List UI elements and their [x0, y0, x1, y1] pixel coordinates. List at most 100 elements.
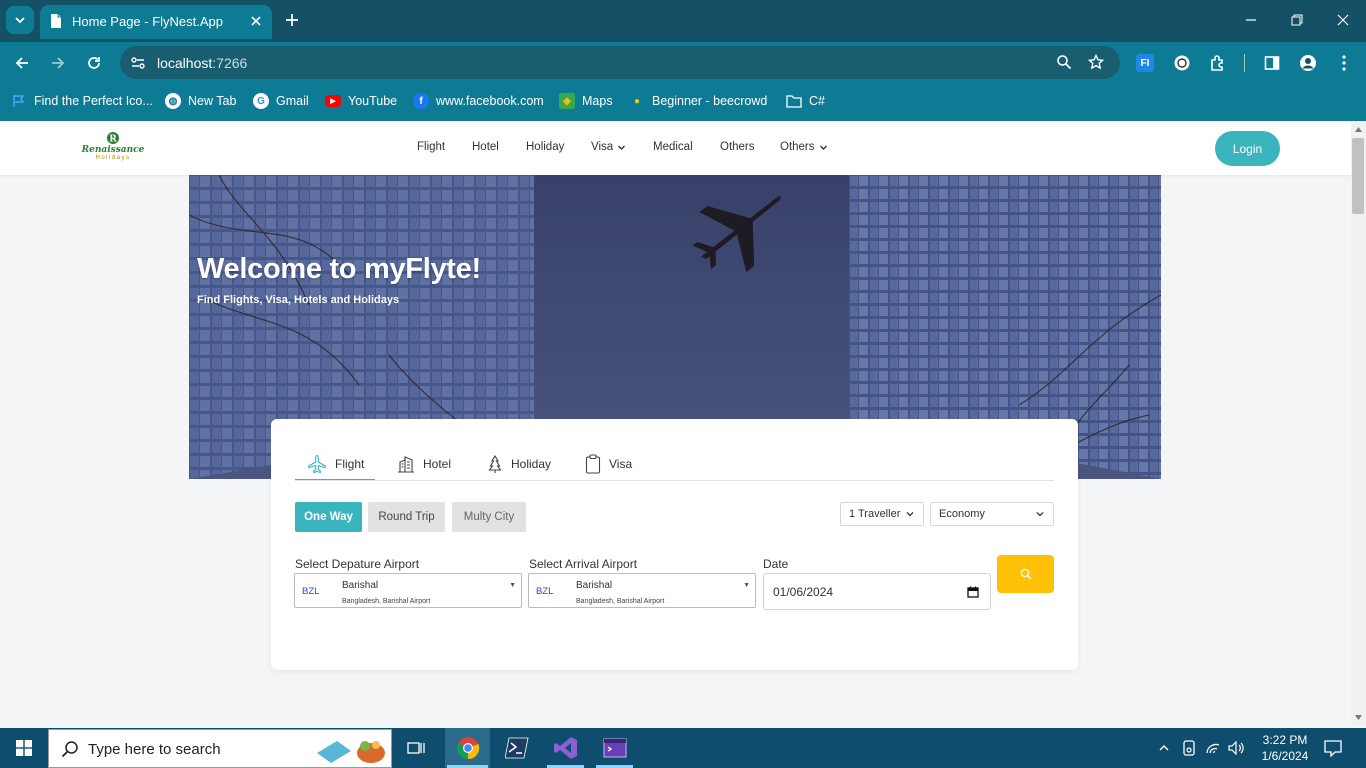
search-icon [1020, 568, 1031, 580]
nav-visa[interactable]: Visa [591, 141, 626, 153]
bookmark-youtube[interactable]: ▶ YouTube [325, 90, 397, 112]
taskbar-console[interactable] [592, 728, 637, 768]
bookmark-facebook[interactable]: f www.facebook.com [413, 90, 544, 112]
arrival-code: BZL [536, 586, 554, 597]
bookmark-new-tab[interactable]: ◍ New Tab [165, 90, 236, 112]
tab-visa[interactable]: Visa [585, 449, 632, 479]
bookmark-label: Maps [582, 94, 613, 108]
folder-icon [786, 93, 802, 109]
reload-button[interactable] [77, 46, 111, 80]
departure-airport-select[interactable]: BZL Barishal Bangladesh, Barishal Airpor… [294, 573, 522, 608]
search-button[interactable] [997, 555, 1054, 593]
site-info-icon[interactable] [130, 55, 146, 71]
tab-title: Home Page - FlyNest.App [72, 14, 224, 29]
chevron-down-icon [819, 145, 827, 150]
nav-hotel[interactable]: Hotel [472, 141, 499, 153]
bookmark-gmail[interactable]: G Gmail [253, 90, 309, 112]
browser-tab-active[interactable]: Home Page - FlyNest.App [40, 5, 272, 39]
extension-fi-button[interactable]: FI [1128, 46, 1162, 80]
bookmark-folder-csharp[interactable]: C# [786, 90, 825, 112]
calendar-icon[interactable] [967, 586, 979, 598]
taskbar-search-box[interactable]: Type here to search [48, 729, 392, 768]
bookmark-maps[interactable]: ◆ Maps [559, 90, 613, 112]
trip-multy-city[interactable]: Multy City [452, 502, 526, 532]
extensions-button[interactable] [1201, 46, 1235, 80]
page-icon [51, 14, 61, 28]
site-logo[interactable]: R Renaissance Holidays [80, 131, 146, 167]
cabin-class-value: Economy [939, 508, 985, 520]
menu-button[interactable] [1327, 46, 1361, 80]
nav-label: Others [720, 141, 755, 153]
tray-clock[interactable]: 3:22 PM 1/6/2024 [1252, 728, 1318, 768]
tray-network[interactable] [1202, 728, 1224, 768]
terminal-icon [504, 737, 528, 759]
restore-button[interactable] [1274, 0, 1320, 40]
nav-others[interactable]: Others [720, 141, 755, 153]
new-tab-icon[interactable] [285, 13, 299, 27]
speaker-icon [1228, 741, 1244, 755]
url-port: :7266 [212, 55, 248, 71]
scrollbar-thumb[interactable] [1352, 138, 1364, 214]
nav-others-dropdown[interactable]: Others [780, 141, 828, 153]
login-button[interactable]: Login [1215, 131, 1280, 166]
date-input[interactable]: 01/06/2024 [763, 573, 991, 610]
close-window-button[interactable] [1320, 0, 1366, 40]
task-view-button[interactable] [394, 728, 438, 768]
minimize-button[interactable] [1228, 0, 1274, 40]
star-icon[interactable] [1088, 54, 1104, 70]
back-button[interactable] [5, 46, 39, 80]
tray-meet-now[interactable] [1178, 728, 1200, 768]
search-card: Flight Hotel Holiday Visa One Way Round … [271, 419, 1078, 670]
scroll-down-icon[interactable] [1355, 715, 1362, 720]
zoom-icon[interactable] [1056, 54, 1072, 70]
search-icon [61, 741, 78, 758]
tab-flight[interactable]: Flight [307, 449, 364, 479]
bookmark-beecrowd[interactable]: ● Beginner - beecrowd [629, 90, 767, 112]
toolbar-divider [1244, 54, 1245, 72]
start-button[interactable] [0, 728, 48, 768]
google-icon: G [253, 93, 269, 109]
scroll-up-icon[interactable] [1355, 127, 1362, 132]
notifications-button[interactable] [1318, 728, 1348, 768]
chevron-down-icon [618, 145, 626, 150]
hero-title: Welcome to myFlyte! [197, 253, 481, 285]
logo-emblem-icon: R [107, 132, 119, 145]
nav-holiday[interactable]: Holiday [526, 141, 564, 153]
taskbar-chrome[interactable] [445, 728, 490, 768]
visual-studio-icon [553, 737, 577, 759]
nav-label: Visa [591, 141, 614, 153]
taskbar-powershell[interactable] [494, 728, 539, 768]
arrival-airport-select[interactable]: BZL Barishal Bangladesh, Barishal Airpor… [528, 573, 756, 608]
restore-icon [1291, 14, 1303, 26]
close-tab-icon[interactable] [250, 15, 262, 27]
extension-button[interactable] [1165, 46, 1199, 80]
bookmark-icons[interactable]: Find the Perfect Ico... [11, 90, 153, 112]
tab-search-button[interactable] [6, 6, 34, 34]
nav-medical[interactable]: Medical [653, 141, 693, 153]
nav-flight[interactable]: Flight [417, 141, 445, 153]
clock-time: 3:22 PM [1262, 733, 1308, 747]
cabin-class-select[interactable]: Economy [930, 502, 1054, 526]
arrival-detail: Bangladesh, Barishal Airport [576, 598, 665, 605]
forward-button[interactable] [41, 46, 75, 80]
traveller-select[interactable]: 1 Traveller [840, 502, 924, 526]
tab-holiday[interactable]: Holiday [487, 449, 551, 479]
taskbar-visual-studio[interactable] [543, 728, 588, 768]
trip-round-trip[interactable]: Round Trip [368, 502, 445, 532]
nav-label: Flight [417, 141, 446, 153]
departure-label: Select Depature Airport [295, 557, 420, 571]
trip-one-way[interactable]: One Way [295, 502, 362, 532]
notification-icon [1324, 740, 1342, 757]
side-panel-button[interactable] [1255, 46, 1289, 80]
svg-text:R: R [109, 135, 117, 145]
tab-hotel[interactable]: Hotel [397, 449, 451, 479]
extension-fi-icon: FI [1136, 54, 1154, 72]
departure-city: Barishal [342, 580, 379, 591]
tray-overflow-button[interactable] [1153, 728, 1175, 768]
windows-logo-icon [16, 740, 32, 756]
tray-volume[interactable] [1225, 728, 1249, 768]
address-bar[interactable]: localhost:7266 [120, 46, 1120, 79]
profile-button[interactable] [1291, 46, 1325, 80]
building-icon [398, 456, 414, 473]
tab-label: Hotel [423, 457, 452, 471]
